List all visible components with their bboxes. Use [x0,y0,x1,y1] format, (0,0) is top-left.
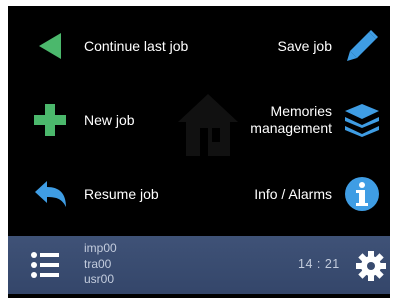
continue-last-job-button[interactable]: Continue last job [32,16,202,76]
back-arrow-icon [32,176,68,212]
new-job-label: New job [84,111,135,128]
plus-icon [32,102,68,138]
device-screen: Continue last job New job Resume job Sav… [8,6,390,298]
status-line-2: tra00 [84,256,112,271]
save-job-button[interactable]: Save job [212,16,382,76]
memories-management-line1: Memories [270,103,332,119]
memories-management-line2: management [250,120,332,136]
status-line-3: usr00 [84,272,115,286]
play-left-triangle-icon [32,28,68,64]
user-info: imp00 tra00 usr00 [84,241,117,288]
status-bar: imp00 tra00 usr00 14 : 21 [8,236,390,294]
memories-management-label: Memories management [250,103,332,137]
memories-management-button[interactable]: Memories management [212,90,382,150]
info-alarms-label: Info / Alarms [254,185,332,202]
pencil-icon [342,26,382,66]
main-menu: Continue last job New job Resume job Sav… [8,6,390,232]
resume-job-button[interactable]: Resume job [32,164,202,224]
list-icon[interactable] [30,250,60,280]
save-job-label: Save job [277,37,332,54]
continue-last-job-label: Continue last job [84,37,189,54]
status-line-1: imp00 [84,241,117,255]
resume-job-label: Resume job [84,185,159,202]
new-job-button[interactable]: New job [32,90,202,150]
layers-icon [342,100,382,140]
gear-icon[interactable] [355,250,387,282]
info-icon [342,174,382,214]
clock-time: 14 : 21 [298,257,340,271]
info-alarms-button[interactable]: Info / Alarms [212,164,382,224]
